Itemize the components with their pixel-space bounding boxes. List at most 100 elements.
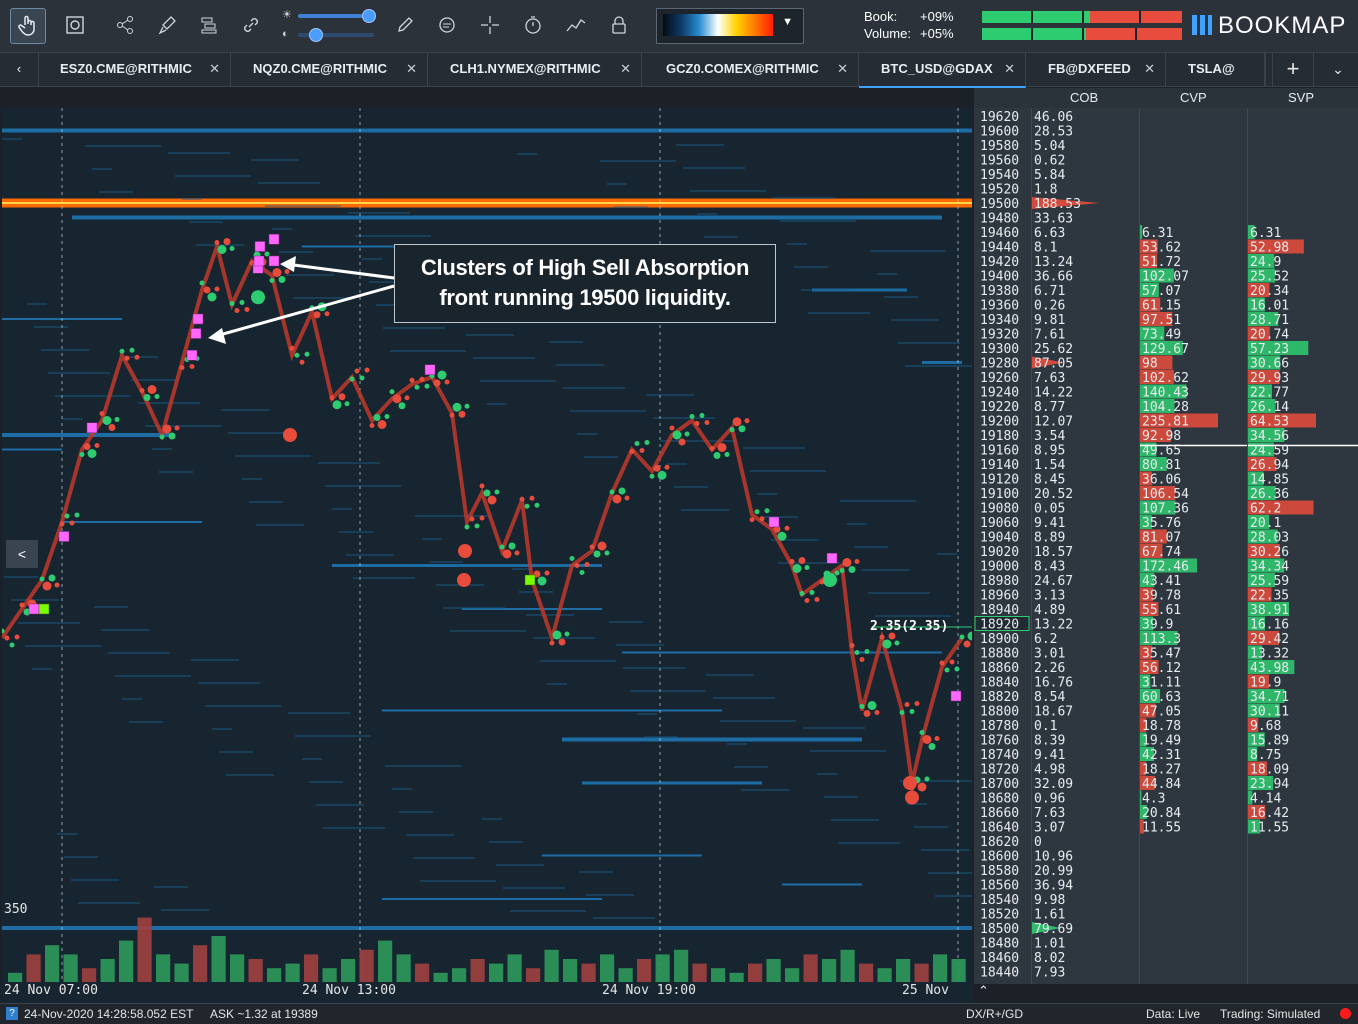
liquidity-band: [489, 841, 523, 843]
close-icon[interactable]: ✕: [209, 53, 220, 85]
tab-scroll-left[interactable]: ‹: [0, 53, 39, 86]
trade-dot: [699, 413, 705, 418]
line-tool-icon[interactable]: [559, 8, 593, 42]
tab-fb[interactable]: FB@DXFEED ✕: [1026, 53, 1166, 86]
trade-dot: [444, 379, 450, 385]
svp-value: 62.2: [1250, 502, 1281, 517]
liquidity-band: [406, 834, 454, 836]
trade-bubble: [251, 290, 265, 305]
trade-dot: [483, 489, 491, 497]
svp-value: 26.94: [1250, 458, 1289, 473]
price-row: 18680 0.96 4.3 4.14: [980, 790, 1281, 807]
share-icon[interactable]: [108, 8, 142, 42]
price-row: 19020 18.57 67.74 30.26: [980, 544, 1289, 560]
svp-value: 57.23: [1250, 342, 1289, 357]
tab-scroll-right[interactable]: [1265, 53, 1266, 86]
tab-label: TSLA@: [1188, 61, 1235, 76]
cob-value: 20.99: [1034, 864, 1073, 879]
liquidity-band: [667, 463, 687, 465]
price-label: 18680: [980, 792, 1019, 807]
liquidity-band: [787, 243, 807, 245]
layers-icon[interactable]: [192, 8, 226, 42]
liquidity-band: [78, 902, 140, 904]
cvp-header[interactable]: CVP: [1180, 90, 1207, 105]
trade-dot: [859, 657, 865, 662]
liquidity-band: [794, 266, 828, 268]
trade-dot: [69, 520, 75, 526]
chat-bubble-icon[interactable]: [430, 8, 464, 42]
liquidity-band: [332, 508, 352, 510]
brush-icon[interactable]: [150, 8, 184, 42]
svp-value: 30.26: [1250, 545, 1289, 560]
trade-dot: [928, 743, 936, 750]
trade-dot: [914, 701, 920, 706]
price-row: 18880 3.01 35.47 13.32: [980, 645, 1289, 662]
cob-value: 13.22: [1034, 618, 1073, 633]
tab-label: BTC_USD@GDAX: [881, 61, 993, 76]
liquidity-band: [27, 303, 47, 305]
price-label: 19440: [980, 241, 1019, 256]
cvp-value: 129.67: [1142, 342, 1189, 357]
contrast-slider-knob[interactable]: [309, 28, 323, 42]
cob-value: 36.94: [1034, 879, 1073, 894]
tabs-menu-button[interactable]: ⌄: [1318, 53, 1358, 86]
volume-bar: [267, 968, 282, 982]
heatmap-chart[interactable]: 350 < 2.35(2.35): [2, 108, 972, 984]
liquidity-band: [614, 206, 648, 208]
liquidity-band: [623, 667, 685, 669]
liquidity-band: [205, 705, 281, 707]
close-icon[interactable]: ✕: [406, 53, 417, 85]
cob-value: 25.62: [1034, 342, 1073, 357]
liquidity-band: [681, 509, 729, 511]
link-icon[interactable]: [234, 8, 268, 42]
stopwatch-icon[interactable]: [516, 8, 550, 42]
help-icon[interactable]: ?: [6, 1007, 18, 1020]
tab-tsla[interactable]: TSLA@: [1166, 53, 1265, 86]
svp-header[interactable]: SVP: [1288, 90, 1314, 105]
tab-esz0[interactable]: ESZ0.CME@RITHMIC ✕: [38, 53, 231, 86]
price-row: 19260 7.63 102.62 29.93: [980, 370, 1289, 386]
liquidity-band: [382, 709, 722, 712]
trade-dot: [672, 430, 682, 440]
cob-header[interactable]: COB: [1070, 90, 1098, 105]
price-row: 18840 16.76 31.11 19.9: [980, 674, 1281, 691]
pencil-icon[interactable]: [388, 8, 422, 42]
tab-clh1[interactable]: CLH1.NYMEX@RITHMIC ✕: [428, 53, 642, 86]
volume-bar: [822, 959, 837, 982]
heatmap-palette-select[interactable]: ▼: [656, 8, 804, 44]
brightness-slider-knob[interactable]: [362, 9, 376, 23]
volume-bar: [785, 968, 800, 982]
tab-btc-usd[interactable]: BTC_USD@GDAX ✕: [859, 53, 1026, 88]
cvp-value: 39.78: [1142, 589, 1181, 604]
chevron-up-icon[interactable]: ⌃: [978, 983, 989, 999]
close-icon[interactable]: ✕: [837, 53, 848, 85]
crosshair-icon[interactable]: [473, 8, 507, 42]
trade-dot: [909, 709, 915, 714]
liquidity-band: [877, 273, 897, 275]
volume-bar: [692, 963, 707, 982]
trade-dot: [597, 541, 607, 551]
zoom-box-icon[interactable]: [58, 8, 92, 42]
close-icon[interactable]: ✕: [1144, 53, 1155, 85]
close-icon[interactable]: ✕: [1004, 53, 1015, 85]
hand-pointer-icon[interactable]: [10, 8, 46, 44]
price-label: 18740: [980, 748, 1019, 763]
liquidity-band: [413, 857, 475, 859]
liquidity-band: [854, 546, 888, 548]
volume-bar: [304, 954, 319, 982]
liquidity-band: [563, 387, 625, 389]
add-tab-button[interactable]: +: [1272, 53, 1314, 86]
trade-dot: [304, 351, 310, 357]
tab-nqz0[interactable]: NQZ0.CME@RITHMIC ✕: [231, 53, 428, 86]
price-label: 18620: [980, 835, 1019, 850]
trade-dot: [373, 414, 381, 421]
liquidity-band: [556, 364, 604, 366]
lock-icon[interactable]: [602, 8, 636, 42]
svp-value: 14.85: [1250, 473, 1289, 488]
trade-dot: [574, 563, 580, 568]
annotation-callout[interactable]: Clusters of High Sell Absorption front r…: [394, 244, 776, 323]
close-icon[interactable]: ✕: [620, 53, 631, 85]
svp-value: 34.34: [1250, 560, 1289, 575]
tab-gcz0[interactable]: GCZ0.COMEX@RITHMIC ✕: [642, 53, 859, 86]
collapse-panel-button[interactable]: <: [6, 540, 38, 568]
